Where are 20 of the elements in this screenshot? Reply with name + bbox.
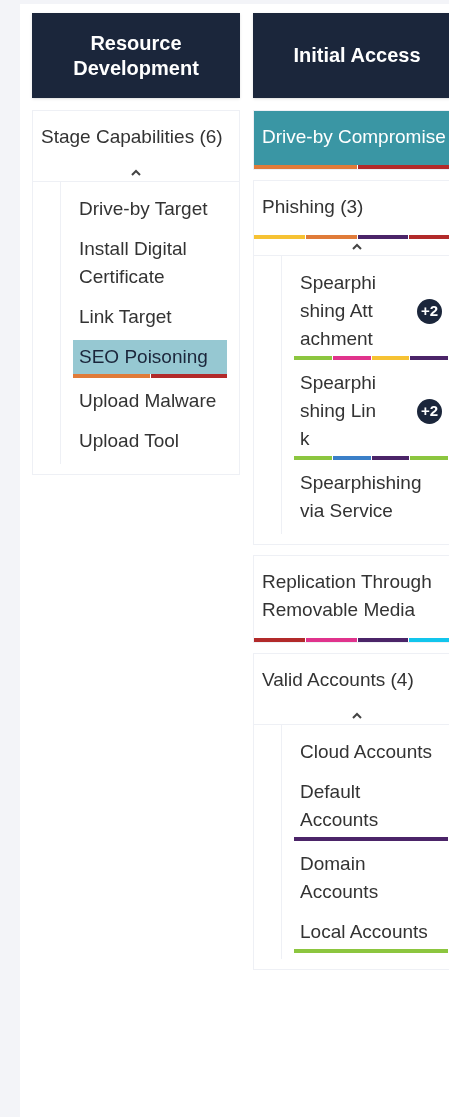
subtechnique-item[interactable]: Drive-by Target xyxy=(73,192,227,226)
collapse-caret-icon[interactable] xyxy=(351,712,363,720)
collapse-caret-icon[interactable] xyxy=(130,169,142,177)
tactic-header: Initial Access xyxy=(253,13,449,98)
subtechnique-item[interactable]: Default Accounts xyxy=(294,775,448,837)
subtechnique-item[interactable]: Spearphishing Link +2 xyxy=(294,366,448,456)
count-badge: +2 xyxy=(417,398,442,424)
subtechnique-item[interactable]: Spearphishing via Service xyxy=(294,466,448,528)
subtechnique-item[interactable]: Install Digital Certificate xyxy=(73,232,227,294)
subtechnique-item[interactable]: SEO Poisoning xyxy=(73,340,227,374)
subtechnique-item[interactable]: Cloud Accounts xyxy=(294,735,448,769)
count-badge: +2 xyxy=(417,298,442,324)
subtechnique-item[interactable]: Upload Tool xyxy=(73,424,227,458)
subtechnique-item[interactable]: Link Target xyxy=(73,300,227,334)
collapse-caret-icon[interactable] xyxy=(351,243,363,251)
subtechnique-item[interactable]: Upload Malware xyxy=(73,384,227,418)
tactic-header: Resource Development xyxy=(32,13,240,98)
subtechnique-item[interactable]: Spearphishing Attachment +2 xyxy=(294,266,448,356)
subtechnique-item[interactable]: Domain Accounts xyxy=(294,847,448,909)
subtechnique-item[interactable]: Local Accounts xyxy=(294,915,448,949)
